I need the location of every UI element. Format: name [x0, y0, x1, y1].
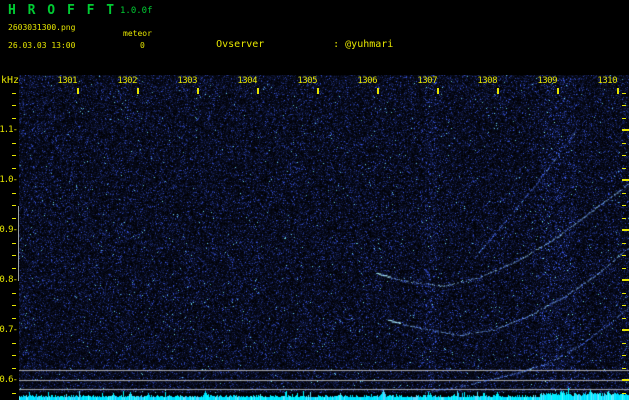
freq-minor-tick-left [12, 393, 16, 394]
freq-minor-tick-left [12, 93, 16, 94]
time-label-1310: 1310 [591, 76, 617, 86]
time-tick-1309 [557, 88, 559, 94]
time-label-1308: 1308 [471, 76, 497, 86]
freq-minor-tick-right [622, 305, 626, 306]
freq-minor-tick-right [622, 218, 626, 219]
time-label-1304: 1304 [231, 76, 257, 86]
time-tick-1301 [77, 88, 79, 94]
freq-axis-unit: kHz [1, 75, 19, 86]
time-label-1305: 1305 [291, 76, 317, 86]
freq-minor-tick-right [622, 293, 626, 294]
freq-minor-tick-right [622, 268, 626, 269]
time-label-1307: 1307 [411, 76, 437, 86]
time-tick-1307 [437, 88, 439, 94]
freq-minor-tick-right [622, 143, 626, 144]
freq-minor-tick-left [12, 168, 16, 169]
freq-minor-tick-left [12, 318, 16, 319]
freq-minor-tick-left [12, 155, 16, 156]
freq-minor-tick-right [622, 105, 626, 106]
time-tick-1308 [497, 88, 499, 94]
freq-minor-tick-left [12, 293, 16, 294]
freq-minor-tick-right [622, 155, 626, 156]
separator: : [333, 39, 339, 51]
freq-minor-tick-right [622, 355, 626, 356]
freq-label-0.7: 0.7- [0, 325, 17, 335]
observation-datetime: 26.03.03 13:00 [8, 41, 75, 50]
freq-minor-tick-left [12, 243, 16, 244]
observer-row: Ovserver:@yuhmari [180, 27, 592, 39]
app-title: H R O F F T [8, 3, 116, 18]
freq-minor-tick-left [12, 218, 16, 219]
freq-major-tick-right-0.8 [622, 279, 629, 281]
time-tick-1305 [317, 88, 319, 94]
freq-marker-line [18, 206, 19, 281]
output-filename: 2603031300.png [8, 23, 75, 32]
freq-major-tick-right-0.9 [622, 229, 629, 231]
location-row: Receiving Location:kurashiki,Okayama,JAP… [180, 63, 592, 75]
time-label-1306: 1306 [351, 76, 377, 86]
spectrogram-canvas [19, 75, 629, 400]
freq-label-1.0: 1.0- [0, 175, 17, 185]
freq-label-0.9: 0.9- [0, 225, 17, 235]
freq-minor-tick-right [622, 118, 626, 119]
freq-minor-tick-left [12, 143, 16, 144]
time-tick-1310 [617, 88, 619, 94]
freq-minor-tick-left [12, 105, 16, 106]
freq-label-1.1: 1.1- [0, 125, 17, 135]
freq-minor-tick-right [622, 255, 626, 256]
freq-minor-tick-left [12, 205, 16, 206]
app-version: 1.0.0f [120, 6, 153, 16]
freq-minor-tick-left [12, 368, 16, 369]
time-label-1303: 1303 [171, 76, 197, 86]
time-tick-1306 [377, 88, 379, 94]
freq-minor-tick-left [12, 255, 16, 256]
observer-value: @yuhmari [345, 39, 393, 50]
meteor-count-label: meteor [123, 29, 152, 38]
time-label-1309: 1309 [531, 76, 557, 86]
time-label-1302: 1302 [111, 76, 137, 86]
freq-minor-tick-right [622, 243, 626, 244]
freq-minor-tick-right [622, 393, 626, 394]
freq-minor-tick-right [622, 205, 626, 206]
freq-major-tick-right-0.7 [622, 329, 629, 331]
hrofft-screen: H R O F F T 1.0.0f 2603031300.png meteor… [0, 0, 629, 400]
freq-label-0.6: 0.6- [0, 375, 17, 385]
freq-major-tick-right-0.6 [622, 379, 629, 381]
freq-minor-tick-left [12, 193, 16, 194]
freq-minor-tick-left [12, 305, 16, 306]
freq-minor-tick-right [622, 368, 626, 369]
freq-minor-tick-left [12, 343, 16, 344]
time-tick-1304 [257, 88, 259, 94]
freq-minor-tick-right [622, 193, 626, 194]
freq-minor-tick-right [622, 93, 626, 94]
meteor-count-value: 0 [140, 41, 145, 50]
time-tick-1303 [197, 88, 199, 94]
time-label-1301: 1301 [51, 76, 77, 86]
freq-minor-tick-right [622, 168, 626, 169]
observer-label: Ovserver [216, 39, 333, 51]
freq-major-tick-right-1.1 [622, 129, 629, 131]
freq-minor-tick-right [622, 318, 626, 319]
freq-minor-tick-right [622, 343, 626, 344]
freq-label-0.8: 0.8- [0, 275, 17, 285]
freq-major-tick-right-1.0 [622, 179, 629, 181]
freq-minor-tick-left [12, 118, 16, 119]
time-tick-1302 [137, 88, 139, 94]
freq-minor-tick-left [12, 268, 16, 269]
freq-minor-tick-left [12, 355, 16, 356]
